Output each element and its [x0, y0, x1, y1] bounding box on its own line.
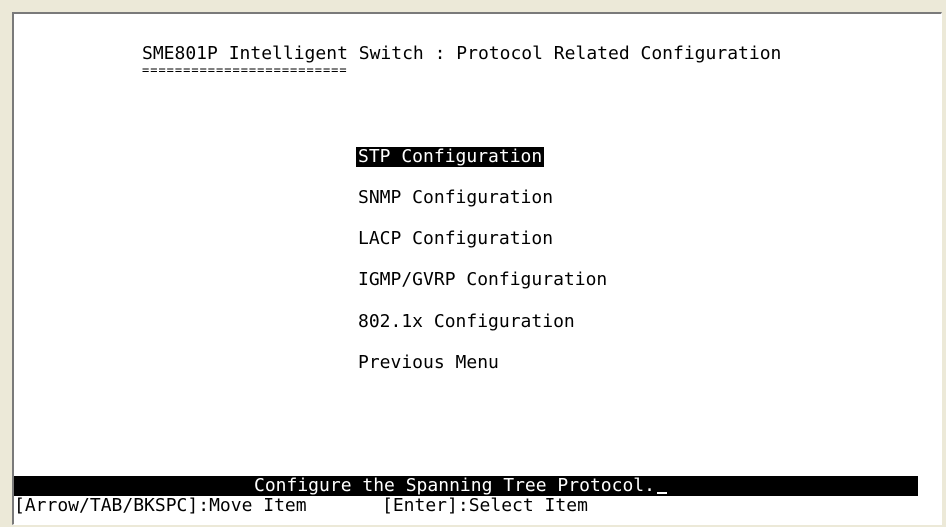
- menu-item-snmp-configuration[interactable]: SNMP Configuration: [356, 188, 555, 208]
- menu-item-8021x-configuration[interactable]: 802.1x Configuration: [356, 312, 577, 332]
- menu-item-igmp-gvrp-configuration[interactable]: IGMP/GVRP Configuration: [356, 270, 609, 290]
- help-select-item: [Enter]:Select Item: [382, 495, 588, 516]
- terminal-screen: SME801P Intelligent Switch : Protocol Re…: [12, 12, 942, 525]
- help-move-item: [Arrow/TAB/BKSPC]:Move Item: [14, 495, 307, 516]
- status-message: Configure the Spanning Tree Protocol.: [254, 476, 667, 496]
- menu-item-previous-menu[interactable]: Previous Menu: [356, 353, 501, 373]
- menu-item-lacp-configuration[interactable]: LACP Configuration: [356, 229, 555, 249]
- status-bar: Configure the Spanning Tree Protocol.: [14, 476, 918, 496]
- text-cursor: [656, 492, 667, 494]
- status-message-text: Configure the Spanning Tree Protocol.: [254, 475, 655, 496]
- menu-item-stp-configuration[interactable]: STP Configuration: [356, 147, 545, 167]
- title-underline: =========================: [142, 63, 348, 77]
- terminal-window: SME801P Intelligent Switch : Protocol Re…: [0, 0, 946, 527]
